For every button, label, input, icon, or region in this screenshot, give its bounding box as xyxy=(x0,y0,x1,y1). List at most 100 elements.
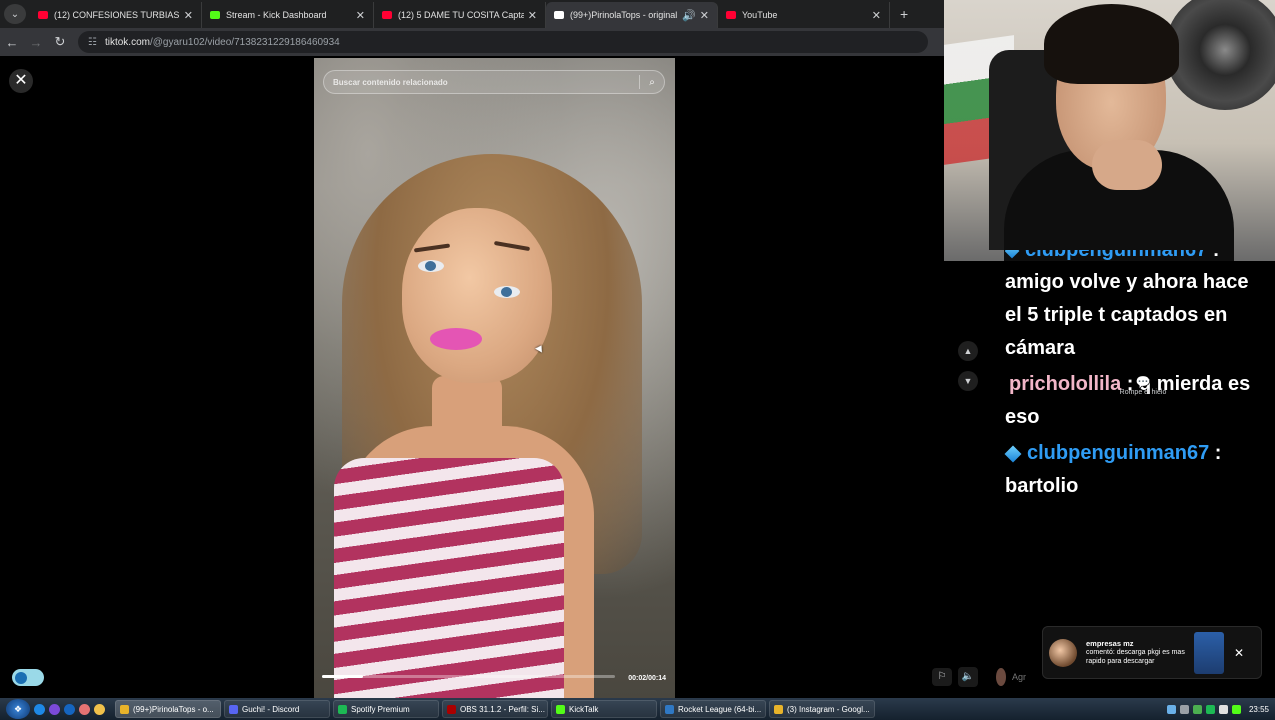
volume-icon[interactable] xyxy=(1218,704,1228,714)
related-search-input[interactable] xyxy=(333,77,639,87)
youtube-icon xyxy=(726,11,736,19)
notification-text: comentó: descarga pkgi es mas rapido par… xyxy=(1086,649,1185,665)
address-bar[interactable]: ☷ tiktok.com/@gyaru102/video/71382312291… xyxy=(78,31,928,53)
spotify-tray-icon[interactable] xyxy=(1205,704,1215,714)
webcam-person-hand xyxy=(1092,140,1162,190)
spotify-icon xyxy=(338,704,347,714)
tiktok-page: ✕ ⌕ 00:02/00:14 xyxy=(0,56,952,698)
notification-thumbnail xyxy=(1194,631,1224,674)
close-tab-icon[interactable]: ✕ xyxy=(528,9,537,22)
chrome-icon xyxy=(120,704,129,714)
quick-launch-icon[interactable] xyxy=(49,703,60,715)
chat-username: clubpenguinman67 xyxy=(1025,250,1208,261)
url-path: /@gyaru102/video/7138231229186460934 xyxy=(149,36,340,48)
chat-message: clubpenguinman67 : amigo volve y ahora h… xyxy=(1005,250,1267,365)
reload-icon[interactable]: ↻ xyxy=(48,34,72,50)
tray-icon[interactable] xyxy=(1166,704,1176,714)
speaker-icon[interactable]: 🔊 xyxy=(682,9,696,22)
doll-brow xyxy=(413,243,451,253)
autoscroll-toggle[interactable] xyxy=(12,669,44,686)
comment-notification[interactable]: empresas mz comentó: descarga pkgi es ma… xyxy=(1042,626,1262,679)
taskbar-item[interactable]: (3) Instagram - Googl... xyxy=(769,700,875,718)
screen: ⌄ (12) CONFESIONES TURBIAS DE ✕ Stream -… xyxy=(0,0,1275,720)
search-icon[interactable]: ⌕ xyxy=(640,77,664,88)
browser-tab-strip: ⌄ (12) CONFESIONES TURBIAS DE ✕ Stream -… xyxy=(0,0,944,28)
badge-icon xyxy=(1004,445,1022,463)
obs-icon xyxy=(447,704,456,714)
kick-icon xyxy=(210,11,220,19)
mute-icon[interactable]: 🔈 xyxy=(958,667,978,687)
forward-icon[interactable]: → xyxy=(24,35,48,50)
taskbar-item[interactable]: (99+)PirinolaTops - o... xyxy=(115,700,221,718)
close-tab-icon[interactable]: ✕ xyxy=(184,9,193,22)
doll-eye xyxy=(494,286,520,298)
next-video-button[interactable]: ▼ xyxy=(958,371,978,391)
close-tab-icon[interactable]: ✕ xyxy=(356,9,365,22)
previous-video-button[interactable]: ▲ xyxy=(958,341,978,361)
quick-launch-icon[interactable] xyxy=(79,703,90,715)
browser-tab[interactable]: Stream - Kick Dashboard ✕ xyxy=(202,2,374,28)
close-tab-icon[interactable]: ✕ xyxy=(700,9,709,22)
close-video-button[interactable]: ✕ xyxy=(9,69,33,93)
tab-search-button[interactable]: ⌄ xyxy=(4,4,26,24)
chat-message-header: clubpenguinman67 : xyxy=(1005,250,1267,264)
video-player[interactable]: ⌕ 00:02/00:14 xyxy=(314,58,675,698)
whatsapp-icon[interactable] xyxy=(1192,704,1202,714)
kicktalk-icon xyxy=(556,704,565,714)
webcam-overlay xyxy=(944,0,1275,261)
webcam-person-hair xyxy=(1044,4,1179,84)
chat-username: pricholollila xyxy=(1009,373,1122,395)
video-frame-doll-face xyxy=(402,208,552,383)
report-icon[interactable]: ⚐ xyxy=(932,668,952,686)
kick-tray-icon[interactable] xyxy=(1231,704,1241,714)
youtube-icon xyxy=(38,11,48,19)
comment-input[interactable] xyxy=(1012,672,1036,682)
quick-launch-icon[interactable] xyxy=(34,703,45,715)
quick-launch xyxy=(34,703,109,715)
user-avatar xyxy=(996,668,1006,686)
taskbar-item[interactable]: OBS 31.1.2 - Perfil: Si... xyxy=(442,700,548,718)
webcam-fan xyxy=(1165,0,1275,110)
icebreaker-hint: 💬 Rompe el hielo xyxy=(1108,375,1178,396)
start-button[interactable]: ❖ xyxy=(6,699,30,719)
browser-toolbar: ← → ↻ ☷ tiktok.com/@gyaru102/video/71382… xyxy=(0,28,944,56)
comment-field[interactable] xyxy=(996,666,1036,688)
taskbar-clock: 23:55 xyxy=(1248,704,1269,714)
toggle-knob xyxy=(15,671,27,684)
site-info-icon[interactable]: ☷ xyxy=(88,37,97,48)
tray-icon[interactable] xyxy=(1179,704,1189,714)
close-notification-icon[interactable]: ✕ xyxy=(1234,646,1244,660)
chat-text: amigo volve y ahora hace el 5 triple t c… xyxy=(1005,271,1249,359)
video-frame-doll-dress xyxy=(334,458,564,698)
taskbar-item[interactable]: Guchi! - Discord xyxy=(224,700,330,718)
taskbar-item[interactable]: KickTalk xyxy=(551,700,657,718)
chrome-icon xyxy=(774,704,783,714)
url-host: tiktok.com xyxy=(104,36,150,48)
doll-eye xyxy=(418,260,444,272)
notification-body: empresas mz comentó: descarga pkgi es ma… xyxy=(1086,639,1186,666)
new-tab-button[interactable]: + xyxy=(890,6,918,28)
speech-bubbles-icon: 💬 xyxy=(1135,375,1151,389)
video-progress-bar[interactable] xyxy=(322,675,615,678)
quick-launch-icon[interactable] xyxy=(64,703,75,715)
system-tray: 23:55 xyxy=(1166,704,1275,714)
chat-text: bartolio xyxy=(1005,475,1079,497)
discord-icon xyxy=(229,704,238,714)
video-timecode: 00:02/00:14 xyxy=(628,675,666,682)
taskbar-item[interactable]: Spotify Premium xyxy=(333,700,439,718)
browser-tab[interactable]: (12) CONFESIONES TURBIAS DE ✕ xyxy=(30,2,202,28)
icebreaker-label: Rompe el hielo xyxy=(1119,389,1167,396)
close-tab-icon[interactable]: ✕ xyxy=(872,9,881,22)
rocket-league-icon xyxy=(665,704,674,714)
chat-username: clubpenguinman67 xyxy=(1027,442,1210,464)
browser-tab[interactable]: (12) 5 DAME TU COSITA Capta ✕ xyxy=(374,2,546,28)
back-icon[interactable]: ← xyxy=(0,35,24,50)
folder-icon[interactable] xyxy=(94,703,105,715)
taskbar-item[interactable]: Rocket League (64-bi... xyxy=(660,700,766,718)
browser-tab[interactable]: YouTube ✕ xyxy=(718,2,890,28)
video-progress-fill xyxy=(322,675,364,678)
badge-icon xyxy=(1005,250,1020,259)
doll-brow xyxy=(493,240,531,252)
browser-tab-active[interactable]: (99+)PirinolaTops - original 🔊 ✕ xyxy=(546,2,718,28)
chat-message: clubpenguinman67 : bartolio xyxy=(1004,442,1222,497)
